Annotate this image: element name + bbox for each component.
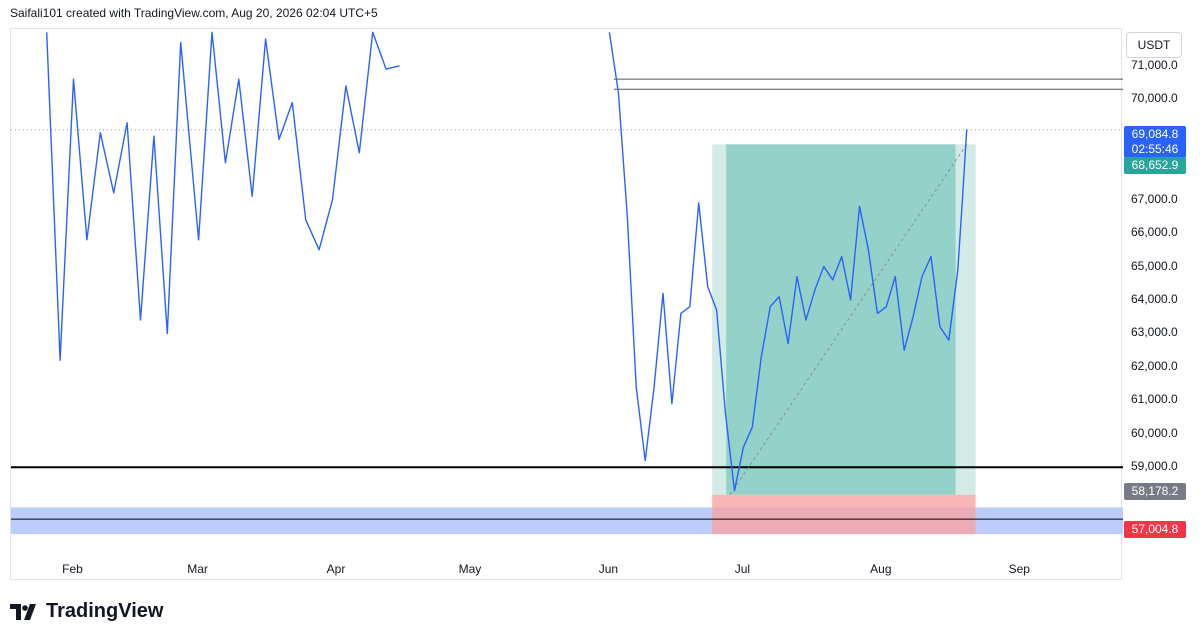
x-tick-label: Jul — [734, 562, 751, 576]
last-price-badge: 69,084.8 02:55:46 — [1124, 126, 1186, 158]
y-tick-label: 71,000.0 — [1131, 57, 1178, 72]
x-tick-label: Sep — [1008, 562, 1030, 576]
y-tick-label: 59,000.0 — [1131, 459, 1178, 474]
last-price-value: 69,084.8 — [1131, 127, 1179, 141]
x-tick-label: Apr — [326, 562, 346, 576]
y-tick-label: 61,000.0 — [1131, 392, 1178, 407]
x-tick-label: Feb — [62, 562, 83, 576]
x-tick-label: Mar — [187, 562, 208, 576]
x-tick-label: Aug — [870, 562, 892, 576]
price-chart[interactable] — [11, 29, 1123, 581]
price-series-0 — [46, 31, 400, 361]
chart-area[interactable] — [10, 28, 1123, 581]
entry-price-badge: 58,178.2 — [1124, 483, 1186, 500]
brand-name: TradingView — [46, 600, 164, 622]
x-tick-label: Jun — [598, 562, 619, 576]
y-tick-label: 62,000.0 — [1131, 358, 1178, 373]
profit-zone — [726, 144, 956, 495]
currency-selector[interactable]: USDT — [1126, 32, 1182, 58]
loss-zone — [712, 494, 976, 535]
y-tick-label: 70,000.0 — [1131, 91, 1178, 106]
tradingview-logo-icon — [10, 603, 36, 620]
chart-header: Saifali101 created with TradingView.com,… — [10, 6, 378, 20]
y-tick-label: 60,000.0 — [1131, 425, 1178, 440]
y-tick-label: 64,000.0 — [1131, 291, 1178, 306]
y-tick-label: 67,000.0 — [1131, 191, 1178, 206]
target-price-badge: 68,652.9 — [1124, 157, 1186, 174]
bar-countdown: 02:55:46 — [1131, 142, 1179, 156]
stop-price-badge: 57,004.8 — [1124, 521, 1186, 538]
brand: TradingView — [10, 600, 163, 623]
x-tick-label: May — [458, 562, 482, 576]
y-tick-label: 63,000.0 — [1131, 325, 1178, 340]
y-tick-label: 65,000.0 — [1131, 258, 1178, 273]
y-tick-label: 66,000.0 — [1131, 225, 1178, 240]
